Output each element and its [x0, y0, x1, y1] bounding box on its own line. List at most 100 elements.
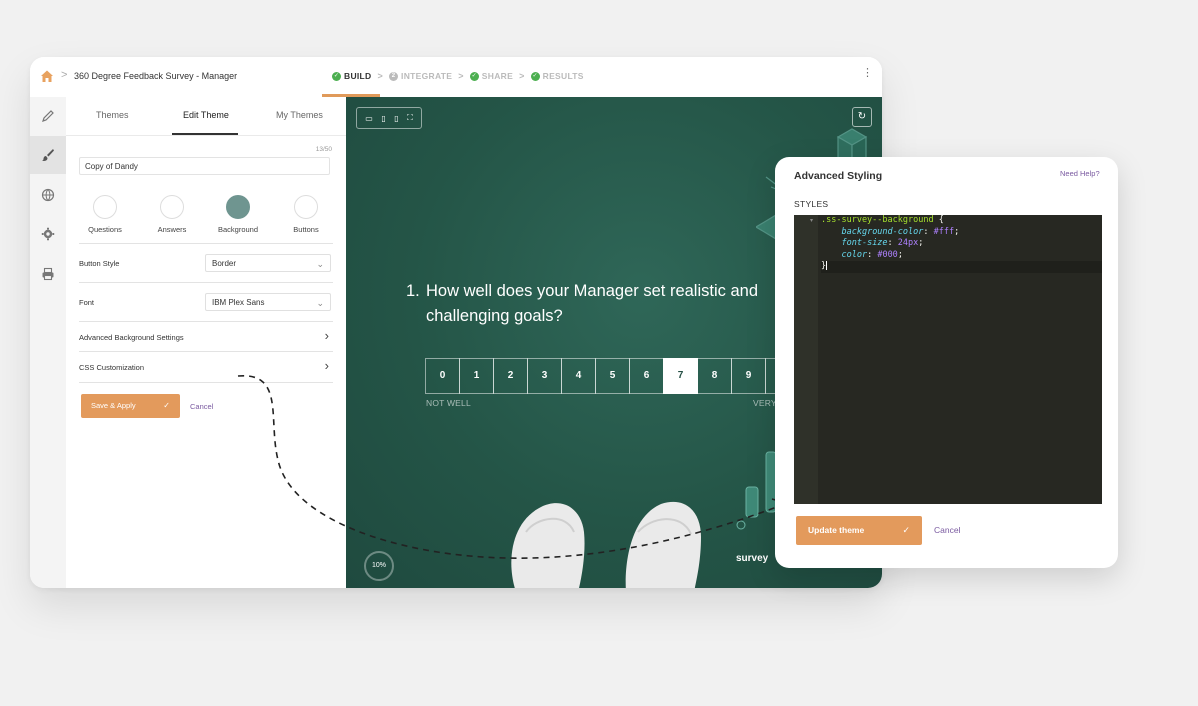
chevron-right-icon: › [324, 328, 329, 343]
scale-option[interactable]: 8 [697, 358, 732, 394]
tool-rail [30, 97, 67, 588]
theme-panel: Themes Edit Theme My Themes 13/50 Copy o… [66, 97, 347, 588]
css-selector: .ss-survey--background [821, 215, 934, 225]
step-build-label: BUILD [344, 71, 372, 81]
modal-cancel-link[interactable]: Cancel [934, 525, 960, 535]
tab-themes[interactable]: Themes [96, 110, 129, 120]
breadcrumb-separator: > [61, 69, 68, 81]
home-icon[interactable] [40, 69, 54, 83]
scale-option[interactable]: 1 [459, 358, 494, 394]
css-property: background-color [841, 226, 924, 237]
swatch-answers[interactable]: Answers [142, 195, 202, 234]
css-value: #fff [933, 226, 955, 237]
cancel-link[interactable]: Cancel [190, 402, 213, 411]
styles-label: STYLES [794, 199, 829, 209]
sneakers-image [511, 502, 701, 588]
step-build[interactable]: ✓ BUILD [332, 71, 371, 81]
tab-my-themes[interactable]: My Themes [276, 110, 323, 120]
step-number-icon: 2 [389, 71, 399, 81]
mobile-icon[interactable]: ▯ [394, 114, 398, 123]
rail-settings[interactable] [30, 215, 66, 253]
step-results[interactable]: ✓ RESULTS [530, 71, 584, 81]
scale-option[interactable]: 4 [561, 358, 596, 394]
device-toggle-bar: ▭ ▯ ▯ ⛶ [356, 107, 422, 129]
advanced-background-row[interactable]: Advanced Background Settings › [79, 321, 333, 352]
check-icon: ✓ [163, 401, 170, 410]
modal-title: Advanced Styling [794, 170, 883, 182]
step-share-label: SHARE [481, 71, 514, 81]
tablet-icon[interactable]: ▯ [381, 114, 385, 123]
tab-edit-theme[interactable]: Edit Theme [183, 110, 229, 120]
css-value: #000 [877, 249, 898, 260]
scale-option[interactable]: 3 [527, 358, 562, 394]
code-line-current: } [821, 261, 1102, 273]
chevron-right-icon: > [458, 71, 464, 81]
font-select[interactable]: IBM Plex Sans ⌄ [205, 293, 331, 311]
check-icon: ✓ [469, 71, 479, 81]
chevron-right-icon: > [377, 71, 384, 81]
color-circle [93, 195, 117, 219]
check-icon: ✓ [902, 525, 910, 535]
rail-edit[interactable] [30, 97, 66, 135]
printer-icon [42, 267, 54, 281]
rail-print[interactable] [30, 255, 66, 293]
css-customization-row[interactable]: CSS Customization › [79, 351, 333, 383]
update-theme-button[interactable]: Update theme ✓ [796, 516, 922, 545]
check-icon: ✓ [332, 71, 341, 81]
swatch-buttons[interactable]: Buttons [276, 195, 336, 234]
scale-option[interactable]: 6 [629, 358, 664, 394]
swatch-label: Answers [157, 225, 187, 234]
refresh-icon[interactable]: ↻ [852, 107, 872, 127]
step-share[interactable]: ✓ SHARE [469, 71, 514, 81]
button-style-value: Border [212, 259, 237, 268]
color-circle [226, 195, 250, 219]
step-integrate-label: INTEGRATE [401, 71, 453, 81]
color-circle [160, 195, 184, 219]
chevron-down-icon: ⌄ [316, 259, 324, 269]
scale-low-label: NOT WELL [426, 398, 471, 408]
rail-language[interactable] [30, 176, 66, 214]
question-label: How well does your Manager set realistic… [426, 282, 758, 325]
question-number: 1. [406, 282, 420, 300]
app-window: > 360 Degree Feedback Survey - Manager ✓… [30, 57, 882, 588]
font-value: IBM Plex Sans [212, 298, 265, 307]
scale-option[interactable]: 5 [595, 358, 630, 394]
more-menu-icon[interactable]: ⋮ [862, 68, 873, 79]
css-property: color [841, 249, 868, 260]
editor-gutter: ▾ [794, 215, 818, 504]
swatch-background[interactable]: Background [208, 195, 268, 234]
brand-logo: survey [736, 553, 768, 564]
advanced-background-label: Advanced Background Settings [79, 333, 184, 342]
scale-option[interactable]: 2 [493, 358, 528, 394]
save-apply-label: Save & Apply [91, 401, 136, 410]
check-icon: ✓ [530, 71, 540, 81]
button-style-row: Button Style Border ⌄ [79, 243, 333, 282]
code-line: color: #000; [841, 249, 903, 260]
save-apply-button[interactable]: Save & Apply ✓ [81, 394, 180, 418]
scale-option[interactable]: 9 [731, 358, 766, 394]
need-help-link[interactable]: Need Help? [1060, 169, 1100, 178]
theme-name-input[interactable]: Copy of Dandy [79, 157, 330, 175]
swatch-questions[interactable]: Questions [75, 195, 135, 234]
fullscreen-icon[interactable]: ⛶ [407, 113, 413, 123]
button-style-label: Button Style [79, 259, 120, 268]
active-tab-indicator [172, 133, 238, 135]
survey-title: 360 Degree Feedback Survey - Manager [74, 71, 238, 81]
desktop-icon[interactable]: ▭ [365, 114, 373, 123]
button-style-select[interactable]: Border ⌄ [205, 254, 331, 272]
font-label: Font [79, 298, 95, 307]
scale-option-selected[interactable]: 7 [663, 358, 698, 394]
question-text: 1. How well does your Manager set realis… [406, 279, 776, 329]
chevron-down-icon: ⌄ [316, 298, 324, 308]
top-bar: > 360 Degree Feedback Survey - Manager ✓… [30, 57, 882, 98]
scale-option[interactable]: 0 [425, 358, 460, 394]
paint-brush-icon [42, 149, 54, 161]
gear-icon [41, 227, 55, 241]
code-line: .ss-survey--background { [821, 215, 1102, 227]
update-theme-label: Update theme [808, 525, 865, 535]
rail-theme[interactable] [30, 136, 66, 174]
css-code-editor[interactable]: ▾ .ss-survey--background { background-co… [794, 215, 1102, 504]
step-integrate[interactable]: 2 INTEGRATE [389, 71, 452, 81]
globe-icon [41, 188, 55, 202]
code-lines: .ss-survey--background { background-colo… [821, 215, 1102, 273]
